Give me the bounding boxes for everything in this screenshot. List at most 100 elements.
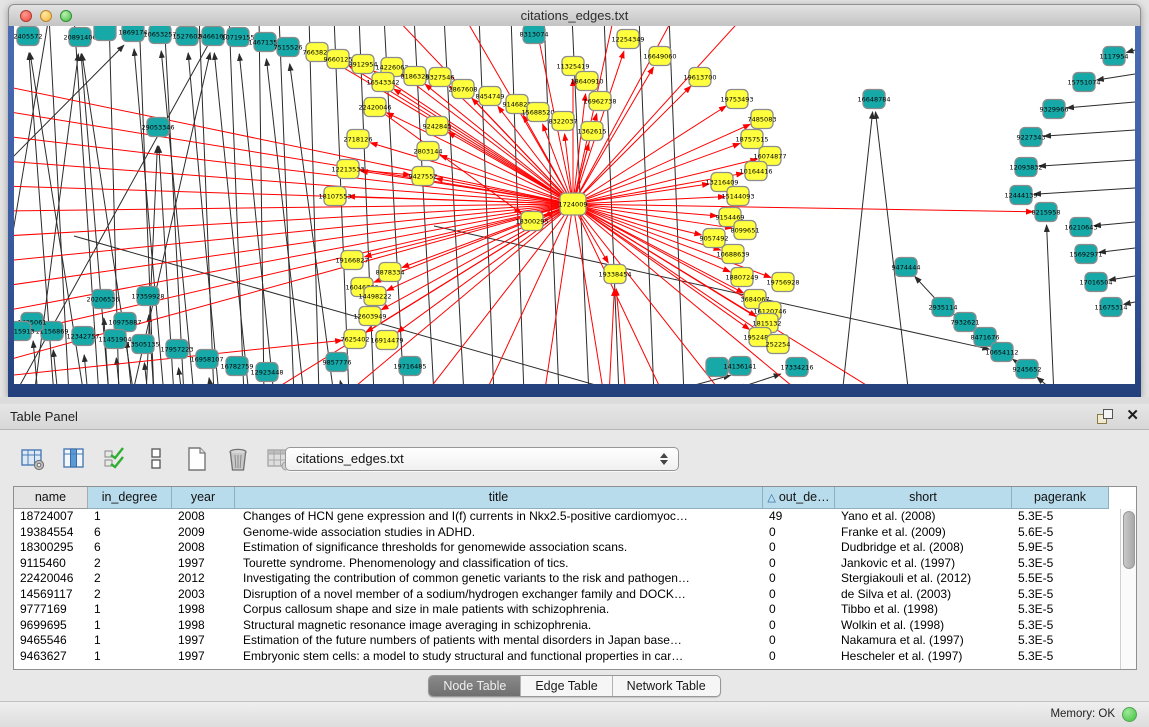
table-row[interactable]: 969969511998Structural magnetic resonanc…	[14, 618, 1136, 634]
svg-text:17016504: 17016504	[1079, 279, 1112, 287]
cell-out_de: 0	[763, 525, 835, 541]
select-all-rows-icon[interactable]	[102, 446, 128, 472]
cell-name: 9115460	[14, 556, 88, 572]
cell-name: 18724007	[14, 509, 88, 525]
table-panel-body: f(x) citations_edges.txt namein_degreeye…	[0, 430, 1149, 701]
table-panel-header: Table Panel ✕	[0, 404, 1149, 430]
svg-text:12923448: 12923448	[250, 369, 283, 377]
svg-text:9057492: 9057492	[700, 235, 729, 243]
svg-text:19166827: 19166827	[335, 257, 368, 265]
table-select-dropdown[interactable]: citations_edges.txt	[285, 447, 679, 471]
cell-short: Yano et al. (2008)	[835, 509, 1012, 525]
svg-text:17359928: 17359928	[131, 293, 164, 301]
table-row[interactable]: 1872400712008Changes of HCN gene express…	[14, 509, 1136, 525]
table-row[interactable]: 1938455462009Genome-wide association stu…	[14, 525, 1136, 541]
table-mode-icon[interactable]	[20, 446, 46, 472]
tab-node-table[interactable]: Node Table	[429, 676, 521, 696]
tab-network-table[interactable]: Network Table	[613, 676, 720, 696]
svg-text:16962738: 16962738	[583, 98, 616, 106]
svg-text:13505135: 13505135	[126, 341, 159, 349]
cell-short: Tibbo et al. (1998)	[835, 602, 1012, 618]
network-window-frame: 2405572208914061869174106532571527602946…	[8, 26, 1141, 397]
table-header-row: namein_degreeyeartitle△out_de…shortpager…	[14, 487, 1136, 509]
svg-text:20891406: 20891406	[63, 34, 96, 42]
svg-text:3915913: 3915913	[14, 328, 34, 336]
svg-text:14498222: 14498222	[358, 293, 391, 301]
svg-text:18107553: 18107553	[318, 193, 351, 201]
table-row[interactable]: 911546021997Tourette syndrome. Phenomeno…	[14, 556, 1136, 572]
cell-in_degree: 1	[88, 509, 172, 525]
cell-year: 2008	[172, 509, 235, 525]
network-window: citations_edges.txt 24055722089140618691…	[8, 4, 1141, 397]
table-row[interactable]: 1456911722003Disruption of a novel membe…	[14, 587, 1136, 603]
cell-out_de: 0	[763, 571, 835, 587]
cell-name: 14569117	[14, 587, 88, 603]
close-panel-icon[interactable]: ✕	[1126, 408, 1139, 424]
node-table: namein_degreeyeartitle△out_de…shortpager…	[13, 486, 1137, 670]
column-header-title[interactable]: title	[235, 487, 763, 509]
delete-columns-icon[interactable]	[225, 446, 251, 472]
cell-short: Hescheler et al. (1997)	[835, 649, 1012, 665]
cell-year: 2003	[172, 587, 235, 603]
svg-text:252254: 252254	[766, 341, 791, 349]
table-row[interactable]: 946362711997Embryonic stem cells: a mode…	[14, 649, 1136, 665]
svg-text:16543342: 16543342	[366, 79, 399, 87]
memory-status-label: Memory: OK	[1050, 708, 1115, 720]
svg-text:9660125: 9660125	[324, 56, 353, 64]
table-vertical-scrollbar[interactable]	[1120, 509, 1136, 669]
cell-title: Disruption of a novel member of a sodium…	[235, 587, 763, 603]
table-row[interactable]: 977716911998Corpus callosum shape and si…	[14, 602, 1136, 618]
panel-splitter[interactable]	[0, 397, 1149, 404]
scrollbar-thumb[interactable]	[1123, 511, 1135, 569]
cell-title: Investigating the contribution of common…	[235, 571, 763, 587]
cell-out_de: 0	[763, 556, 835, 572]
create-column-icon[interactable]	[184, 446, 210, 472]
cell-name: 22420046	[14, 571, 88, 587]
cell-short: de Silva et al. (2003)	[835, 587, 1012, 603]
cell-short: Dudbridge et al. (2008)	[835, 540, 1012, 556]
column-header-pagerank[interactable]: pagerank	[1012, 487, 1109, 509]
svg-text:7932621: 7932621	[951, 319, 980, 327]
memory-status-indicator[interactable]	[1122, 707, 1137, 722]
cell-pagerank: 5.6E-5	[1012, 525, 1109, 541]
cell-in_degree: 1	[88, 602, 172, 618]
table-row[interactable]: 946554611997Estimation of the future num…	[14, 633, 1136, 649]
float-panel-icon[interactable]	[1096, 408, 1112, 424]
cell-out_de: 0	[763, 649, 835, 665]
svg-text:16210643: 16210643	[1064, 224, 1097, 232]
svg-text:8454749: 8454749	[476, 93, 505, 101]
cell-title: Tourette syndrome. Phenomenology and cla…	[235, 556, 763, 572]
column-header-name[interactable]: name	[14, 487, 88, 509]
svg-text:22420046: 22420046	[358, 104, 391, 112]
cell-name: 9777169	[14, 602, 88, 618]
network-canvas[interactable]: 2405572208914061869174106532571527602946…	[14, 26, 1135, 384]
svg-text:20206536: 20206536	[86, 296, 119, 304]
cell-pagerank: 5.3E-5	[1012, 649, 1109, 665]
svg-text:8215958: 8215958	[1032, 209, 1061, 217]
table-row[interactable]: 2242004622012Investigating the contribut…	[14, 571, 1136, 587]
svg-text:2935114: 2935114	[929, 304, 958, 312]
column-header-out_de[interactable]: △out_de…	[763, 487, 835, 509]
show-columns-icon[interactable]	[61, 446, 87, 472]
column-header-year[interactable]: year	[172, 487, 235, 509]
table-row[interactable]: 1830029562008Estimation of significance …	[14, 540, 1136, 556]
row-height-icon[interactable]	[143, 446, 169, 472]
cell-year: 1998	[172, 602, 235, 618]
svg-text:19753493: 19753493	[720, 96, 753, 104]
svg-text:8322037: 8322037	[549, 118, 578, 126]
tab-edge-table[interactable]: Edge Table	[521, 676, 612, 696]
svg-text:12342757: 12342757	[66, 333, 99, 341]
column-header-in_degree[interactable]: in_degree	[88, 487, 172, 509]
cell-title: Embryonic stem cells: a model to study s…	[235, 649, 763, 665]
cell-year: 1997	[172, 633, 235, 649]
network-window-titlebar[interactable]: citations_edges.txt	[8, 4, 1141, 28]
svg-text:10975887: 10975887	[108, 319, 141, 327]
svg-text:9857776: 9857776	[323, 359, 352, 367]
svg-text:2803144: 2803144	[414, 148, 443, 156]
svg-text:14136141: 14136141	[723, 363, 756, 371]
svg-text:9227343: 9227343	[1017, 134, 1046, 142]
column-header-short[interactable]: short	[835, 487, 1012, 509]
svg-text:10654112: 10654112	[985, 349, 1018, 357]
cell-out_de: 0	[763, 587, 835, 603]
svg-text:12603949: 12603949	[353, 313, 386, 321]
